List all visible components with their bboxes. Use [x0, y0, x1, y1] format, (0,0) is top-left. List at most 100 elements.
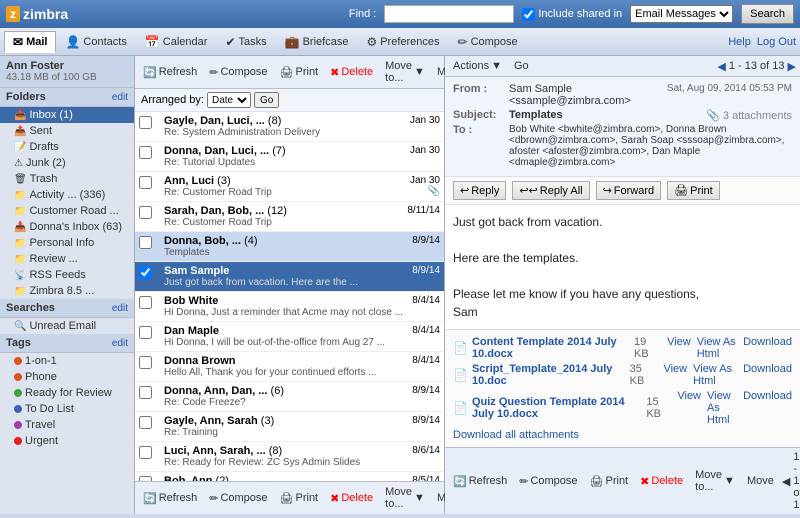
view-as-html-link-2[interactable]: View As Html — [693, 363, 737, 387]
view-as-html-link-3[interactable]: View As Html — [707, 390, 737, 426]
email-item[interactable]: Gayle, Ann, Sarah (3) Re: Training 8/9/1… — [135, 412, 444, 442]
email-item[interactable]: Donna, Dan, Luci, ... (7) Re: Tutorial U… — [135, 142, 444, 172]
logout-link[interactable]: Log Out — [757, 36, 796, 48]
folder-trash[interactable]: 🗑 Trash — [0, 171, 134, 187]
search-unread-email[interactable]: 🔍 Unread Email — [0, 318, 134, 334]
folder-customer-road[interactable]: 📁 Customer Road ... — [0, 203, 134, 219]
tag-1on1[interactable]: 1-on-1 — [0, 353, 134, 369]
attachment-name-1[interactable]: Content Template 2014 July 10.docx — [472, 336, 630, 360]
pg-prev-arrow-bottom[interactable]: ◀ — [782, 475, 790, 488]
email-item[interactable]: Sarah, Dan, Bob, ... (12) Re: Customer R… — [135, 202, 444, 232]
email-checkbox[interactable] — [139, 176, 152, 189]
folder-zimbra[interactable]: 📁 Zimbra 8.5 ... — [0, 283, 134, 299]
search-button[interactable]: Search — [741, 4, 794, 24]
nav-preferences[interactable]: ⚙ Preferences — [357, 31, 448, 53]
pg-prev-arrow[interactable]: ◀ — [717, 60, 725, 73]
detail-delete-bottom[interactable]: ✖ Delete — [636, 474, 687, 489]
nav-contacts[interactable]: 👤 Contacts — [56, 31, 135, 53]
download-link-1[interactable]: Download — [743, 336, 792, 360]
email-item[interactable]: Donna Brown Hello All, Thank you for you… — [135, 352, 444, 382]
view-link-1[interactable]: View — [667, 336, 691, 360]
folders-header[interactable]: Folders edit — [0, 88, 134, 107]
email-checkbox[interactable] — [139, 116, 152, 129]
email-checkbox[interactable] — [139, 206, 152, 219]
email-item[interactable]: Bob White Hi Donna, Just a reminder that… — [135, 292, 444, 322]
download-link-2[interactable]: Download — [743, 363, 792, 387]
email-checkbox[interactable] — [139, 146, 152, 159]
detail-actions-button[interactable]: Actions ▼ — [449, 59, 506, 73]
folders-edit[interactable]: edit — [112, 92, 128, 103]
arrange-date-select[interactable]: Date — [207, 92, 251, 108]
email-item[interactable]: Donna, Ann, Dan, ... (6) Re: Code Freeze… — [135, 382, 444, 412]
refresh-button[interactable]: 🔄 Refresh — [139, 65, 201, 80]
nav-compose[interactable]: ✏ Compose — [449, 31, 527, 53]
email-checkbox[interactable] — [139, 266, 152, 279]
view-as-html-link-1[interactable]: View As Html — [697, 336, 737, 360]
email-checkbox[interactable] — [139, 356, 152, 369]
nav-tasks[interactable]: ✔ Tasks — [216, 31, 275, 53]
view-link-3[interactable]: View — [677, 390, 701, 426]
pg-next-arrow[interactable]: ▶ — [788, 60, 796, 73]
detail-print-bottom[interactable]: 🖨 Print — [586, 474, 633, 489]
move-to-bottom-button[interactable]: Move to... ▼ — [381, 485, 429, 511]
reply-button[interactable]: ↩ Reply — [453, 181, 506, 200]
attachment-name-2[interactable]: Script_Template_2014 July 10.doc — [472, 363, 626, 387]
folder-inbox[interactable]: 📥 Inbox (1) — [0, 107, 134, 123]
detail-refresh-bottom[interactable]: 🔄 Refresh — [449, 474, 511, 489]
searches-header[interactable]: Searches edit — [0, 299, 134, 318]
delete-button[interactable]: ✖ Delete — [326, 65, 377, 80]
email-item[interactable]: Bob, Ann (2) Script Template 8/5/14 — [135, 472, 444, 481]
arrange-go-button[interactable]: Go — [254, 92, 279, 108]
detail-move-bottom[interactable]: Move — [743, 474, 778, 488]
nav-calendar[interactable]: 📅 Calendar — [136, 31, 217, 53]
tags-edit[interactable]: edit — [112, 338, 128, 349]
email-item[interactable]: Gayle, Dan, Luci, ... (8) Re: System Adm… — [135, 112, 444, 142]
email-checkbox[interactable] — [139, 296, 152, 309]
print-detail-button[interactable]: 🖨 Print — [667, 181, 720, 200]
help-link[interactable]: Help — [728, 36, 751, 48]
folder-personal[interactable]: 📁 Personal Info — [0, 235, 134, 251]
find-input[interactable] — [384, 5, 514, 23]
tag-phone[interactable]: Phone — [0, 369, 134, 385]
folder-sent[interactable]: 📤 Sent — [0, 123, 134, 139]
email-item[interactable]: Ann, Luci (3) Re: Customer Road Trip Jan… — [135, 172, 444, 202]
folder-rss[interactable]: 📡 RSS Feeds — [0, 267, 134, 283]
folder-junk[interactable]: ⚠ Junk (2) — [0, 155, 134, 171]
include-shared-checkbox[interactable] — [522, 8, 535, 21]
detail-go-button[interactable]: Go — [510, 59, 533, 73]
print-bottom-button[interactable]: 🖨 Print — [276, 491, 323, 506]
view-link-2[interactable]: View — [663, 363, 687, 387]
folder-activity[interactable]: 📁 Activity ... (336) — [0, 187, 134, 203]
forward-button[interactable]: ↪ Forward — [596, 181, 662, 200]
email-messages-select[interactable]: Email Messages — [630, 5, 733, 23]
reply-all-button[interactable]: ↩↩ Reply All — [512, 181, 589, 200]
attachment-name-3[interactable]: Quiz Question Template 2014 July 10.docx — [472, 396, 642, 420]
email-item[interactable]: Luci, Ann, Sarah, ... (8) Re: Ready for … — [135, 442, 444, 472]
email-checkbox[interactable] — [139, 386, 152, 399]
email-item[interactable]: Dan Maple Hi Donna, I will be out-of-the… — [135, 322, 444, 352]
tag-travel[interactable]: Travel — [0, 417, 134, 433]
tag-todo[interactable]: To Do List — [0, 401, 134, 417]
move-to-button[interactable]: Move to... ▼ — [381, 59, 429, 85]
compose-bottom-button[interactable]: ✏ Compose — [205, 491, 271, 506]
nav-mail[interactable]: ✉ Mail — [4, 31, 56, 53]
compose-button[interactable]: ✏ Compose — [205, 65, 271, 80]
email-checkbox[interactable] — [139, 326, 152, 339]
searches-edit[interactable]: edit — [112, 303, 128, 314]
email-checkbox[interactable] — [139, 236, 152, 249]
folder-donnas-inbox[interactable]: 📥 Donna's Inbox (63) — [0, 219, 134, 235]
tag-ready-for-review[interactable]: Ready for Review — [0, 385, 134, 401]
folder-drafts[interactable]: 📝 Drafts — [0, 139, 134, 155]
download-link-3[interactable]: Download — [743, 390, 792, 426]
tag-urgent[interactable]: Urgent — [0, 433, 134, 449]
email-item[interactable]: Donna, Bob, ... (4) Templates 8/9/14 — [135, 232, 444, 262]
detail-compose-bottom[interactable]: ✏ Compose — [515, 474, 581, 489]
nav-briefcase[interactable]: 💼 Briefcase — [276, 31, 358, 53]
email-checkbox[interactable] — [139, 416, 152, 429]
download-all-link[interactable]: Download all attachments — [453, 429, 792, 441]
folder-review[interactable]: 📁 Review ... — [0, 251, 134, 267]
email-checkbox[interactable] — [139, 446, 152, 459]
print-button[interactable]: 🖨 Print — [276, 65, 323, 80]
tags-header[interactable]: Tags edit — [0, 334, 134, 353]
detail-move-to-bottom[interactable]: Move to... ▼ — [691, 468, 739, 494]
